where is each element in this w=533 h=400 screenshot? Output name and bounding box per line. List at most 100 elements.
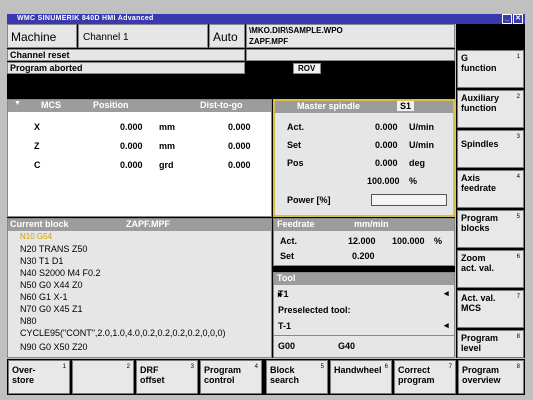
spindle-title: Master spindle	[297, 101, 361, 111]
table-menu-icon: ▼	[14, 100, 21, 107]
tool-preselected-scroll-icon[interactable]: ◂	[444, 320, 449, 331]
axis-dist-to-go: 0.000	[228, 141, 251, 151]
hmi-screen: WMC SINUMERIK 840D HMI Advanced _ ✕ Mach…	[0, 0, 533, 400]
softkey-program-overview[interactable]: 8 Program overview	[458, 360, 524, 394]
spindle-set-label: Set	[287, 140, 302, 150]
rov-indicator: ROV	[293, 63, 321, 74]
current-block-panel: Current block ZAPF.MPF N10 G54 N20 TRANS…	[7, 218, 272, 358]
close-icon[interactable]: ✕	[513, 14, 523, 24]
spindle-header: Master spindle S1	[275, 101, 453, 113]
spindle-act-value: 0.000	[375, 122, 398, 132]
area-label: Machine	[11, 30, 57, 44]
channel-label: Channel 1	[83, 32, 129, 43]
spindle-act-label: Act.	[287, 122, 305, 132]
axis-position: 0.000	[120, 122, 143, 132]
softkey-auxiliary-function[interactable]: 2 Auxiliary function	[457, 90, 524, 128]
active-gcode: G00	[278, 341, 296, 351]
tool-current-marker: ▸	[278, 289, 283, 299]
axis-position-panel: ▼ MCS Position Dist-to-go X 0.000 mm 0.0…	[7, 99, 272, 217]
program-block: N80	[20, 316, 37, 326]
softkey-act-val-mcs[interactable]: 7 Act. val. MCS	[457, 290, 524, 328]
feed-set-label: Set	[280, 251, 295, 261]
feedrate-unit: mm/min	[354, 219, 389, 229]
col-position-header: Position	[93, 100, 129, 110]
main-area: Machine Channel 1 Auto \MKO.DIR\SAMPLE.W…	[7, 24, 455, 358]
tool-title: Tool	[277, 273, 296, 283]
col-axis-header: MCS	[41, 100, 61, 110]
spindle-set-value: 0.000	[375, 140, 398, 150]
channel-status: Channel reset	[10, 50, 70, 60]
axis-position: 0.000	[120, 160, 143, 170]
spindle-power-label: Power [%]	[287, 195, 331, 205]
program-block: N50 G0 X44 Z0	[20, 280, 83, 290]
current-block-title: Current block	[10, 219, 69, 229]
axis-table-header: ▼ MCS Position Dist-to-go	[8, 100, 271, 112]
alarm-line	[246, 49, 455, 61]
softkey-block-search[interactable]: 5 Block search	[266, 360, 328, 394]
mode-label: Auto	[213, 30, 238, 44]
softkey-spindles[interactable]: 3 Spindles	[457, 130, 524, 168]
softkey-zoom-act-val[interactable]: 6 Zoom act. val.	[457, 250, 524, 288]
softkey-program-blocks[interactable]: 5 Program blocks	[457, 210, 524, 248]
softkey-handwheel[interactable]: 6 Handwheel	[330, 360, 392, 394]
vertical-softkey-bar: 1 Gfunction 2 Auxiliary function 3 Spindles …	[456, 24, 525, 358]
feedrate-title: Feedrate	[277, 219, 315, 229]
axis-name: X	[34, 122, 41, 132]
axis-dist-to-go: 0.000	[228, 122, 251, 132]
softkey-g-function[interactable]: 1 Gfunction	[457, 50, 524, 88]
softkey-drf-offset[interactable]: 3 DRF offset	[136, 360, 198, 394]
tool-panel: Tool T1 ▸ ◂ Preselected tool: T-1 ◂ G00 …	[273, 272, 455, 358]
axis-name: C	[34, 160, 41, 170]
axis-unit: grd	[159, 160, 174, 170]
feedrate-header: Feedrate mm/min	[274, 219, 454, 231]
program-status: Program aborted	[10, 63, 83, 73]
mode-field: Auto	[209, 24, 245, 48]
feed-set-value: 0.200	[352, 251, 375, 261]
tool-divider	[274, 335, 454, 336]
current-block-program: ZAPF.MPF	[126, 219, 170, 229]
feed-override-unit: %	[434, 236, 443, 246]
tool-preselected-label: Preselected tool:	[278, 305, 351, 315]
softkey-program-level[interactable]: 8 Program level	[457, 330, 524, 358]
softkey-correct-program[interactable]: 7 Correct program	[394, 360, 456, 394]
tool-scroll-left-icon[interactable]: ◂	[444, 288, 449, 299]
softkey-axis-feedrate[interactable]: 4 Axis feedrate	[457, 170, 524, 208]
spindle-power-bar	[371, 194, 447, 206]
program-path: \MKO.DIR\SAMPLE.WPO	[249, 26, 343, 35]
channel-status-field: Channel reset	[7, 49, 245, 61]
program-status-field: Program aborted	[7, 62, 245, 74]
program-block: N90 G0 X50 Z20	[20, 342, 88, 352]
program-path-field: \MKO.DIR\SAMPLE.WPO ZAPF.MPF	[246, 24, 455, 48]
softkey-overstore[interactable]: 1 Over-store	[8, 360, 70, 394]
program-name: ZAPF.MPF	[249, 37, 289, 46]
feed-override-value: 100.000	[392, 236, 425, 246]
axis-name: Z	[34, 141, 40, 151]
col-dist-header: Dist-to-go	[200, 100, 243, 110]
feed-act-value: 12.000	[348, 236, 376, 246]
program-block: N40 S2000 M4 F0.2	[20, 268, 101, 278]
master-spindle-panel: Master spindle S1 Act. 0.000 U/min Set 0…	[273, 99, 455, 217]
current-block-header: Current block ZAPF.MPF	[8, 219, 271, 231]
feedrate-panel: Feedrate mm/min Act. 12.000 100.000 % Se…	[273, 218, 455, 266]
axis-unit: mm	[159, 141, 176, 151]
program-block-active: N10 G54	[20, 232, 53, 241]
softkey-empty[interactable]: 2	[72, 360, 134, 394]
tool-header: Tool	[274, 273, 454, 285]
feed-act-label: Act.	[280, 236, 298, 246]
program-block: N60 G1 X-1	[20, 292, 68, 302]
axis-unit: mm	[159, 122, 176, 132]
window-title-bar: WMC SINUMERIK 840D HMI Advanced _ ✕	[7, 14, 525, 24]
axis-position: 0.000	[120, 141, 143, 151]
spindle-pos-value: 0.000	[375, 158, 398, 168]
minimize-icon[interactable]: _	[502, 14, 512, 24]
program-block: N30 T1 D1	[20, 256, 64, 266]
horizontal-softkey-bar: 1 Over-store 2 3 DRF offset 4 Program control…	[7, 359, 525, 395]
spindle-pos-unit: deg	[409, 158, 426, 168]
axis-dist-to-go: 0.000	[228, 160, 251, 170]
program-block: N70 G0 X45 Z1	[20, 304, 83, 314]
spindle-set-unit: U/min	[409, 140, 435, 150]
channel-field: Channel 1	[78, 24, 208, 48]
spindle-act-unit: U/min	[409, 122, 435, 132]
softkey-program-control[interactable]: 4 Program control	[200, 360, 262, 394]
area-field: Machine	[7, 24, 77, 48]
